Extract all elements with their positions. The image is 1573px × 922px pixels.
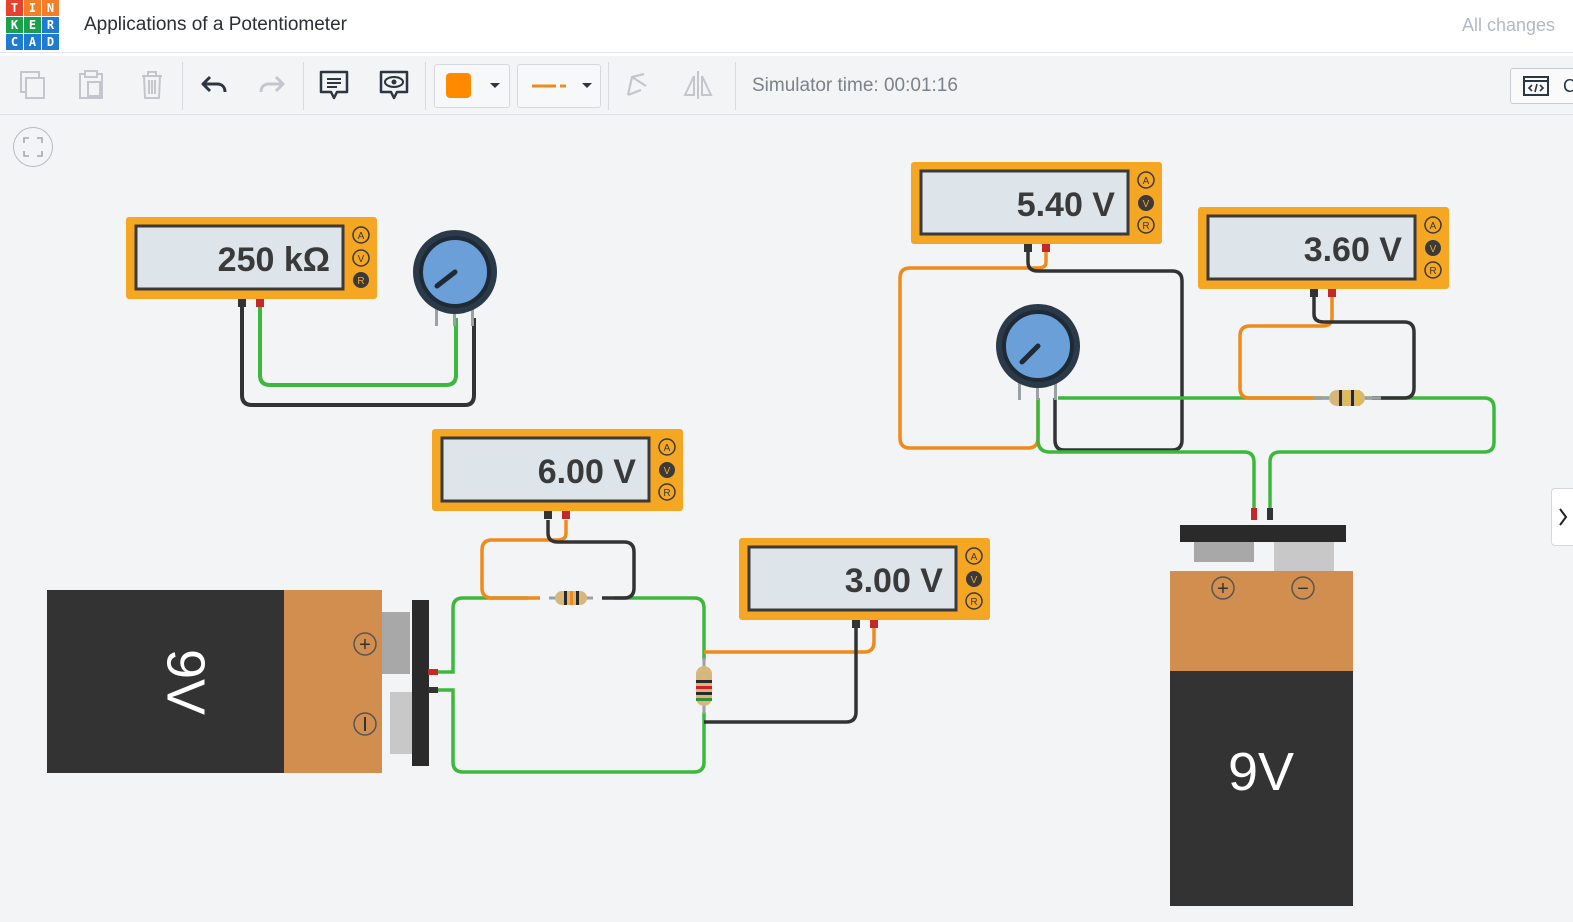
battery-9v[interactable]: 9V +	[47, 590, 438, 773]
svg-text:R: R	[357, 276, 364, 287]
meter-reading: 5.40 V	[1017, 186, 1116, 224]
meter-probe-red[interactable]	[256, 299, 264, 307]
svg-text:V: V	[358, 254, 365, 265]
svg-text:R: R	[1429, 266, 1436, 277]
circuit-drawing: 250 kΩ A V R 5.40 V A V R 3.60 V A V R 6…	[47, 162, 1496, 906]
multimeter[interactable]: 250 kΩ A V R	[126, 217, 377, 307]
meter-probe-black[interactable]	[544, 511, 552, 519]
meter-reading: 3.00 V	[845, 562, 944, 600]
battery-terminal-positive[interactable]	[1251, 508, 1257, 520]
wire-green[interactable]	[430, 596, 528, 674]
wire-black[interactable]	[240, 305, 476, 407]
battery-terminal-positive[interactable]	[428, 669, 438, 675]
battery-label: 9V	[1228, 742, 1294, 802]
resistor[interactable]	[1313, 390, 1381, 406]
minus-mark	[364, 717, 366, 731]
potentiometer[interactable]	[996, 304, 1080, 400]
svg-text:A: A	[664, 443, 671, 454]
svg-text:V: V	[1430, 244, 1437, 255]
wire-green[interactable]	[430, 688, 706, 774]
resistor[interactable]	[547, 589, 595, 607]
wire-green[interactable]	[258, 305, 458, 387]
resistor[interactable]	[696, 658, 712, 714]
potentiometer[interactable]	[413, 230, 497, 326]
meter-probe-red[interactable]	[1042, 244, 1050, 252]
svg-text:+: +	[1217, 578, 1229, 600]
svg-text:A: A	[1143, 176, 1150, 187]
meter-probe-black[interactable]	[1310, 289, 1318, 297]
multimeter[interactable]: 6.00 V A V R	[432, 429, 683, 519]
meter-reading: 250 kΩ	[218, 241, 330, 279]
svg-text:V: V	[664, 466, 671, 477]
wire-green[interactable]	[614, 596, 706, 660]
meter-probe-red[interactable]	[1328, 289, 1336, 297]
svg-text:A: A	[358, 231, 365, 242]
wire-orange[interactable]	[704, 628, 876, 654]
meter-probe-black[interactable]	[852, 620, 860, 628]
svg-text:A: A	[971, 552, 978, 563]
battery-label: 9V	[156, 649, 216, 715]
svg-text:R: R	[663, 488, 670, 499]
multimeter[interactable]: 3.60 V A V R	[1198, 207, 1449, 297]
svg-text:+: +	[359, 634, 371, 656]
meter-probe-red[interactable]	[870, 620, 878, 628]
meter-probe-black[interactable]	[1024, 244, 1032, 252]
wire-orange[interactable]	[480, 520, 568, 600]
svg-text:V: V	[1143, 199, 1150, 210]
wire-black[interactable]	[1312, 296, 1416, 400]
wire-orange[interactable]	[1238, 296, 1334, 400]
svg-text:A: A	[1430, 221, 1437, 232]
meter-probe-red[interactable]	[562, 511, 570, 519]
wire-green[interactable]	[1036, 398, 1256, 510]
svg-text:−: −	[1297, 578, 1309, 600]
multimeter[interactable]: 5.40 V A V R	[911, 162, 1162, 252]
battery-terminal-negative[interactable]	[428, 687, 438, 693]
svg-text:R: R	[1142, 221, 1149, 232]
battery-terminal-negative[interactable]	[1267, 508, 1273, 520]
wire-black[interactable]	[546, 520, 636, 600]
wire-green[interactable]	[1058, 396, 1496, 510]
meter-reading: 6.00 V	[538, 453, 637, 491]
multimeter[interactable]: 3.00 V A V R	[739, 538, 990, 628]
meter-probe-black[interactable]	[238, 299, 246, 307]
battery-9v[interactable]: 9V + −	[1170, 508, 1353, 906]
meter-reading: 3.60 V	[1304, 231, 1403, 269]
wire-black[interactable]	[704, 628, 858, 724]
svg-text:V: V	[971, 575, 978, 586]
svg-text:R: R	[970, 597, 977, 608]
